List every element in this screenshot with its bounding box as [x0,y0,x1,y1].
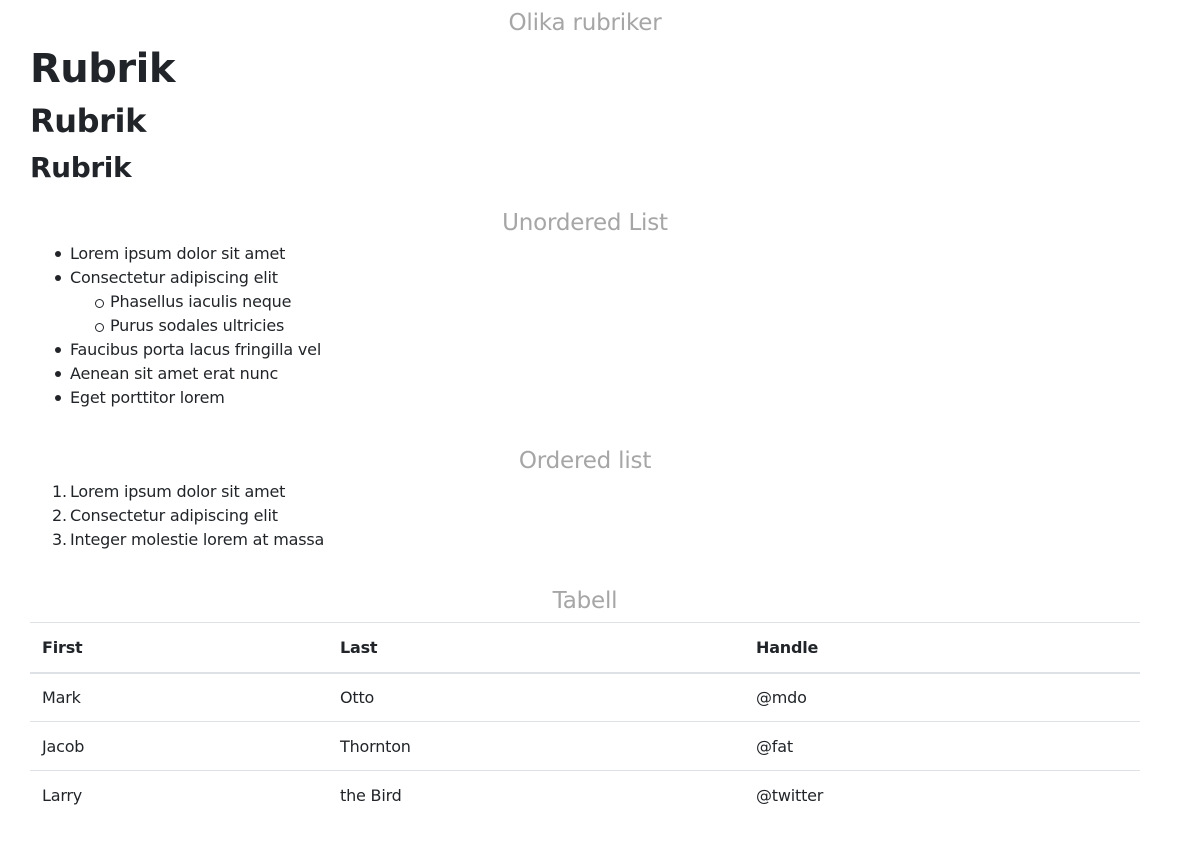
nested-list-item: Purus sodales ultricies [95,314,1140,338]
table-cell: Thornton [328,721,744,771]
data-table: First Last Handle Mark Otto @mdo Jacob T… [30,622,1140,820]
list-number: 3. [52,530,67,549]
heading-level-3: Rubrik [30,151,132,184]
list-item: Eget porttitor lorem [55,386,1140,410]
table-cell: @mdo [744,672,1140,722]
list-item-text: Consectetur adipiscing elit [70,506,278,525]
table-cell: Otto [328,672,744,722]
list-item-text: Phasellus iaculis neque [110,292,292,311]
ordered-list: 1. Lorem ipsum dolor sit amet 2. Consectet… [30,480,1140,552]
table-cell: @fat [744,721,1140,771]
section-title-unordered-list: Unordered List [502,210,668,236]
table-cell: Mark [30,672,328,722]
list-number: 2. [52,506,67,525]
list-item-text: Lorem ipsum dolor sit amet [70,482,286,501]
list-item-text: Eget porttitor lorem [70,388,225,407]
nested-list-item: Phasellus iaculis neque [95,290,1140,314]
table-cell: Larry [42,785,83,805]
heading-level-2: Rubrik [30,102,146,140]
list-item-text: Aenean sit amet erat nunc [70,364,279,383]
list-number: 1. [52,482,67,501]
nested-unordered-list: Phasellus iaculis neque Purus sodales ul… [70,290,1140,338]
list-item: Aenean sit amet erat nunc [55,362,1140,386]
unordered-list: Lorem ipsum dolor sit amet Consectetur a… [30,242,1140,410]
column-header-first: First [30,622,328,674]
section-title-table: Tabell [552,588,618,614]
section-title-headings: Olika rubriker [508,10,662,36]
list-item: Lorem ipsum dolor sit amet [55,242,1140,266]
table-row: Mark Otto @mdo [30,672,1140,722]
ordered-list-item: 3. Integer molestie lorem at massa [52,528,1140,552]
list-item-text: Faucibus porta lacus fringilla vel [70,340,322,359]
table-cell: the Bird [340,785,402,805]
column-header-handle: Handle [744,622,1140,674]
table-row: Jacob Thornton @fat [30,721,1140,771]
list-item: Faucibus porta lacus fringilla vel [55,338,1140,362]
table-header-row: First Last Handle [30,622,1140,674]
page-content: Olika rubriker Rubrik Rubrik Rubrik Unor… [30,0,1140,820]
list-item-text: Integer molestie lorem at massa [70,530,325,549]
column-header-last: Last [328,622,744,674]
ordered-list-item: 2. Consectetur adipiscing elit [52,504,1140,528]
list-item-text: Consectetur adipiscing elit [70,268,278,287]
list-item-text: Lorem ipsum dolor sit amet [70,244,286,263]
table-row: Larry the Bird @twitter [30,771,1140,820]
ordered-list-item: 1. Lorem ipsum dolor sit amet [52,480,1140,504]
list-item-text: Purus sodales ultricies [110,316,285,335]
section-title-ordered-list: Ordered list [518,448,652,474]
table-cell: Jacob [30,721,328,771]
heading-level-1: Rubrik [30,46,175,92]
list-item: Consectetur adipiscing elit Phasellus ia… [55,266,1140,338]
table-cell: @twitter [756,785,824,805]
